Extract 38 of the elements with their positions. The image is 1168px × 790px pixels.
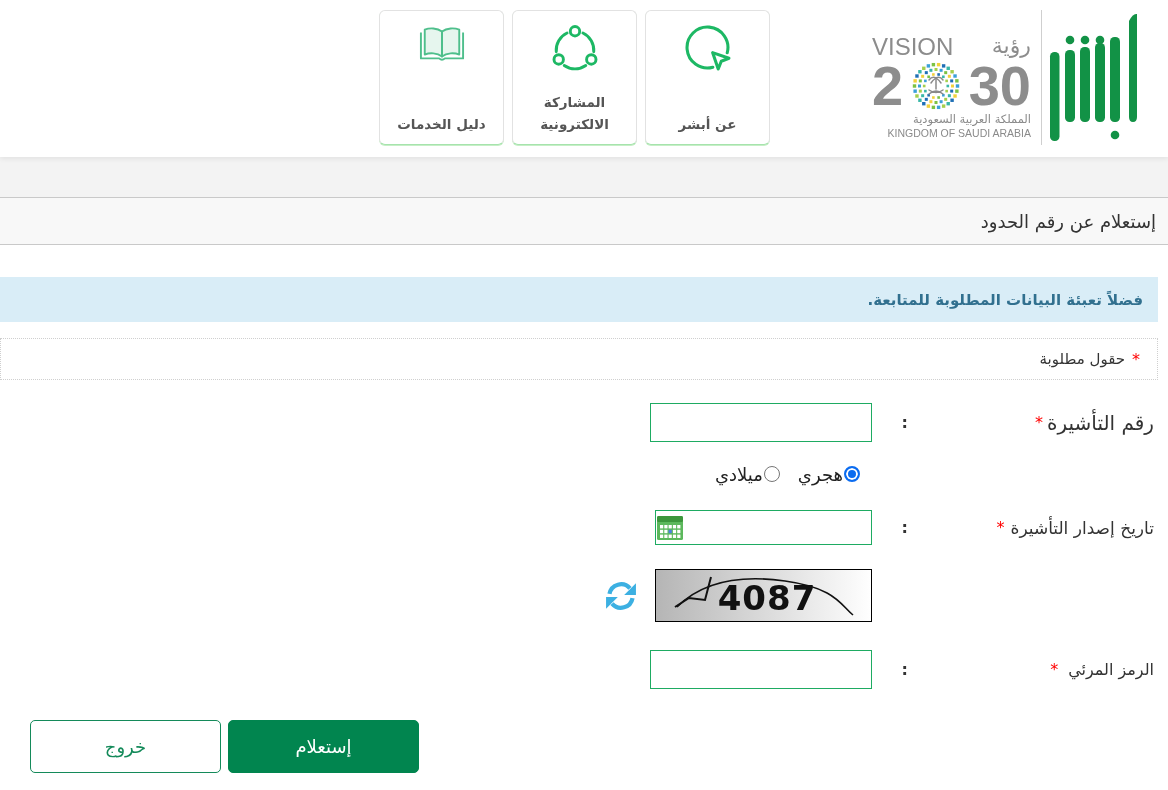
nav-card[interactable]: عن أبشر [645,10,770,145]
action-button[interactable]: إستعلام [228,720,419,773]
cursor-circle-icon [684,25,731,71]
field-label: الرمز المرئي [1068,660,1154,679]
required-asterisk: * [1132,349,1140,369]
field-label: رقم التأشيرة [1047,410,1154,435]
captcha-image: 4087 [655,569,872,622]
required-asterisk: * [1050,660,1059,679]
input-field[interactable] [650,403,872,442]
logo-text: رؤية [991,32,1031,60]
field-label: تاريخ إصدار التأشيرة [1010,517,1154,538]
logo-caption: KINGDOM OF SAUDI ARABIA [886,127,1031,139]
input-field[interactable] [650,650,872,689]
required-asterisk: * [996,518,1005,537]
refresh-icon[interactable] [605,579,637,612]
book-icon [418,25,465,63]
colon-separator: : [901,660,908,679]
emblem-icon [911,62,960,110]
required-note-text: حقول مطلوبة [1039,350,1125,368]
radio-icon[interactable] [763,466,780,482]
action-button[interactable]: خروج [30,720,221,773]
three-nodes-icon [551,25,598,72]
colon-separator: : [901,413,908,432]
date-field[interactable] [655,510,872,545]
info-alert: فضلاً تعبئة البيانات المطلوبة للمتابعة. [0,277,1158,322]
nav-card[interactable]: دليل الخدمات [379,10,504,145]
radio-option[interactable]: ميلادي [714,463,780,485]
radio-option[interactable]: هجري [797,463,860,485]
radio-icon[interactable] [844,466,860,482]
calendar-icon[interactable] [657,515,683,540]
required-asterisk: * [1035,413,1043,432]
logo-year-text: 30 [968,60,1031,112]
page-title: إستعلام عن رقم الحدود [980,210,1156,232]
logo-caption: المملكة العربية السعودية [912,112,1031,127]
colon-separator: : [901,518,908,537]
logo-year-text: 2 [872,60,904,112]
nav-card[interactable]: المشاركة الالكترونية [512,10,637,145]
logo-text: VISION [872,34,954,60]
